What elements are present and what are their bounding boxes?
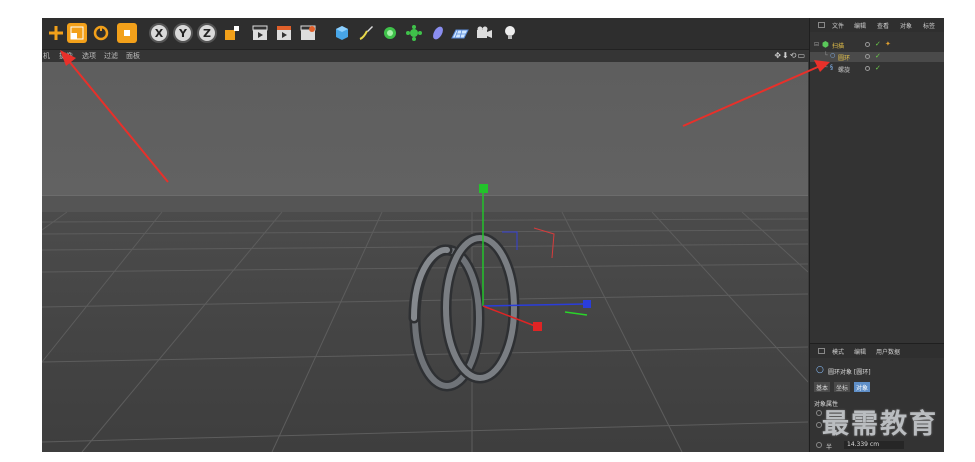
menu-user-data[interactable]: 用户数据 xyxy=(876,347,900,356)
expand-icon[interactable]: ⊟ xyxy=(814,41,819,48)
render-picture-viewer-icon[interactable] xyxy=(274,23,294,43)
array-cloner-icon[interactable] xyxy=(404,23,424,43)
menu-edit[interactable]: 编辑 xyxy=(854,347,866,356)
helix-spline-icon: § xyxy=(830,64,833,71)
render-settings-icon[interactable] xyxy=(298,23,318,43)
visibility-dot[interactable] xyxy=(865,42,870,47)
panel-icon xyxy=(818,22,825,28)
panel-icon xyxy=(818,348,825,354)
enabled-check[interactable]: ✓ xyxy=(875,40,881,48)
subdivision-icon[interactable] xyxy=(380,23,400,43)
tab-coord[interactable]: 坐标 xyxy=(834,382,851,392)
main-toolbar: X Y Z xyxy=(42,18,810,50)
camera-icon[interactable] xyxy=(474,23,494,43)
object-row-circle[interactable]: └ ○ 圆环 ✓ xyxy=(810,52,944,62)
viewport-navigation-icons[interactable]: ✥⬇⟲▭ xyxy=(774,51,806,60)
rotate-tool-icon[interactable] xyxy=(91,23,111,43)
coordinate-system-icon[interactable] xyxy=(222,23,242,43)
viewport-menu-options[interactable]: 选项 xyxy=(82,51,96,61)
enabled-check[interactable]: ✓ xyxy=(875,52,881,60)
object-manager-menu: 文件 编辑 查看 对象 标签 xyxy=(810,18,944,32)
y-axis-lock[interactable]: Y xyxy=(173,23,193,43)
sky-background xyxy=(42,62,808,196)
tag-icon[interactable]: ✦ xyxy=(885,40,891,48)
viewport-menu-camera[interactable]: 机 xyxy=(43,51,50,61)
tree-connector: └ xyxy=(824,52,828,59)
tab-object[interactable]: 对象 xyxy=(854,382,871,392)
cinema4d-window: X Y Z 机 摄像 选项 过滤 面板 ✥⬇⟲▭ 文件 编辑 查看 对象 标签 … xyxy=(42,18,944,452)
object-row-sweep[interactable]: ⊟ ⬢ 扫描 ✓ ✦ xyxy=(810,40,944,50)
tab-basic[interactable]: 基本 xyxy=(814,382,831,392)
z-axis-handle[interactable] xyxy=(583,300,591,308)
menu-object[interactable]: 对象 xyxy=(900,21,912,30)
right-panel: 文件 编辑 查看 对象 标签 ⊟ ⬢ 扫描 ✓ ✦ └ ○ 圆环 ✓ └ § 螺… xyxy=(809,18,944,452)
watermark-logo: 最需教育 xyxy=(822,409,938,440)
visibility-dot[interactable] xyxy=(865,66,870,71)
menu-edit[interactable]: 编辑 xyxy=(854,21,866,30)
tree-connector: └ xyxy=(824,64,828,71)
menu-view[interactable]: 查看 xyxy=(877,21,889,30)
radius-label: 半径 xyxy=(826,444,833,451)
viewport-menu-filter[interactable]: 过滤 xyxy=(104,51,118,61)
render-view-icon[interactable] xyxy=(250,23,270,43)
move-tool-icon[interactable] xyxy=(46,23,66,43)
object-title: 圆环对象 [圆环] xyxy=(828,369,871,376)
viewport-menu-display[interactable]: 摄像 xyxy=(59,51,73,61)
floor-plane-icon[interactable] xyxy=(450,23,470,43)
radio-icon[interactable] xyxy=(816,442,822,448)
radius-input[interactable]: 14.339 cm xyxy=(844,441,904,449)
x-axis-handle[interactable] xyxy=(533,322,542,331)
object-mode-icon[interactable] xyxy=(117,23,137,43)
y-axis-handle[interactable] xyxy=(479,184,488,193)
enabled-check[interactable]: ✓ xyxy=(875,64,881,72)
cube-icon[interactable] xyxy=(332,23,352,43)
circle-spline-icon: ○ xyxy=(830,52,836,59)
x-axis-lock[interactable]: X xyxy=(149,23,169,43)
light-icon[interactable] xyxy=(500,23,520,43)
menu-file[interactable]: 文件 xyxy=(832,21,844,30)
floor-plane xyxy=(42,212,808,452)
3d-viewport[interactable] xyxy=(42,62,808,452)
visibility-dot[interactable] xyxy=(865,54,870,59)
attribute-manager-menu: 模式 编辑 用户数据 xyxy=(810,344,944,358)
viewport-menu-panel[interactable]: 面板 xyxy=(126,51,140,61)
object-row-helix[interactable]: └ § 螺旋 ✓ xyxy=(810,64,944,74)
viewport-menu-bar: 机 摄像 选项 过滤 面板 ✥⬇⟲▭ xyxy=(42,50,810,62)
circle-object-icon: ○ xyxy=(816,365,824,375)
pen-spline-icon[interactable] xyxy=(356,23,376,43)
menu-mode[interactable]: 模式 xyxy=(832,347,844,356)
viewport-scene xyxy=(42,62,808,452)
z-axis-lock[interactable]: Z xyxy=(197,23,217,43)
menu-tags[interactable]: 标签 xyxy=(923,21,935,30)
scale-tool-icon[interactable] xyxy=(67,23,87,43)
sweep-icon: ⬢ xyxy=(822,40,829,49)
deformer-icon[interactable] xyxy=(428,23,448,43)
